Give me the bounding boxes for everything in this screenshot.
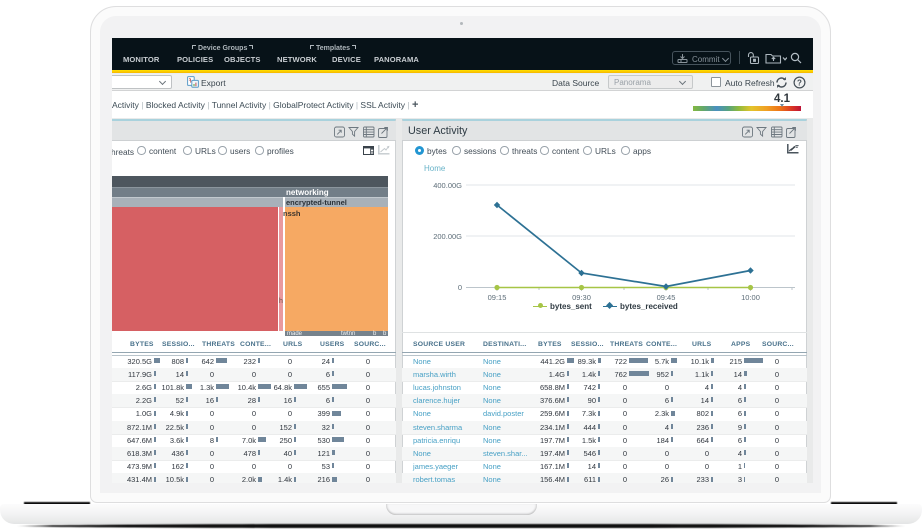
- svg-text:?: ?: [797, 78, 802, 87]
